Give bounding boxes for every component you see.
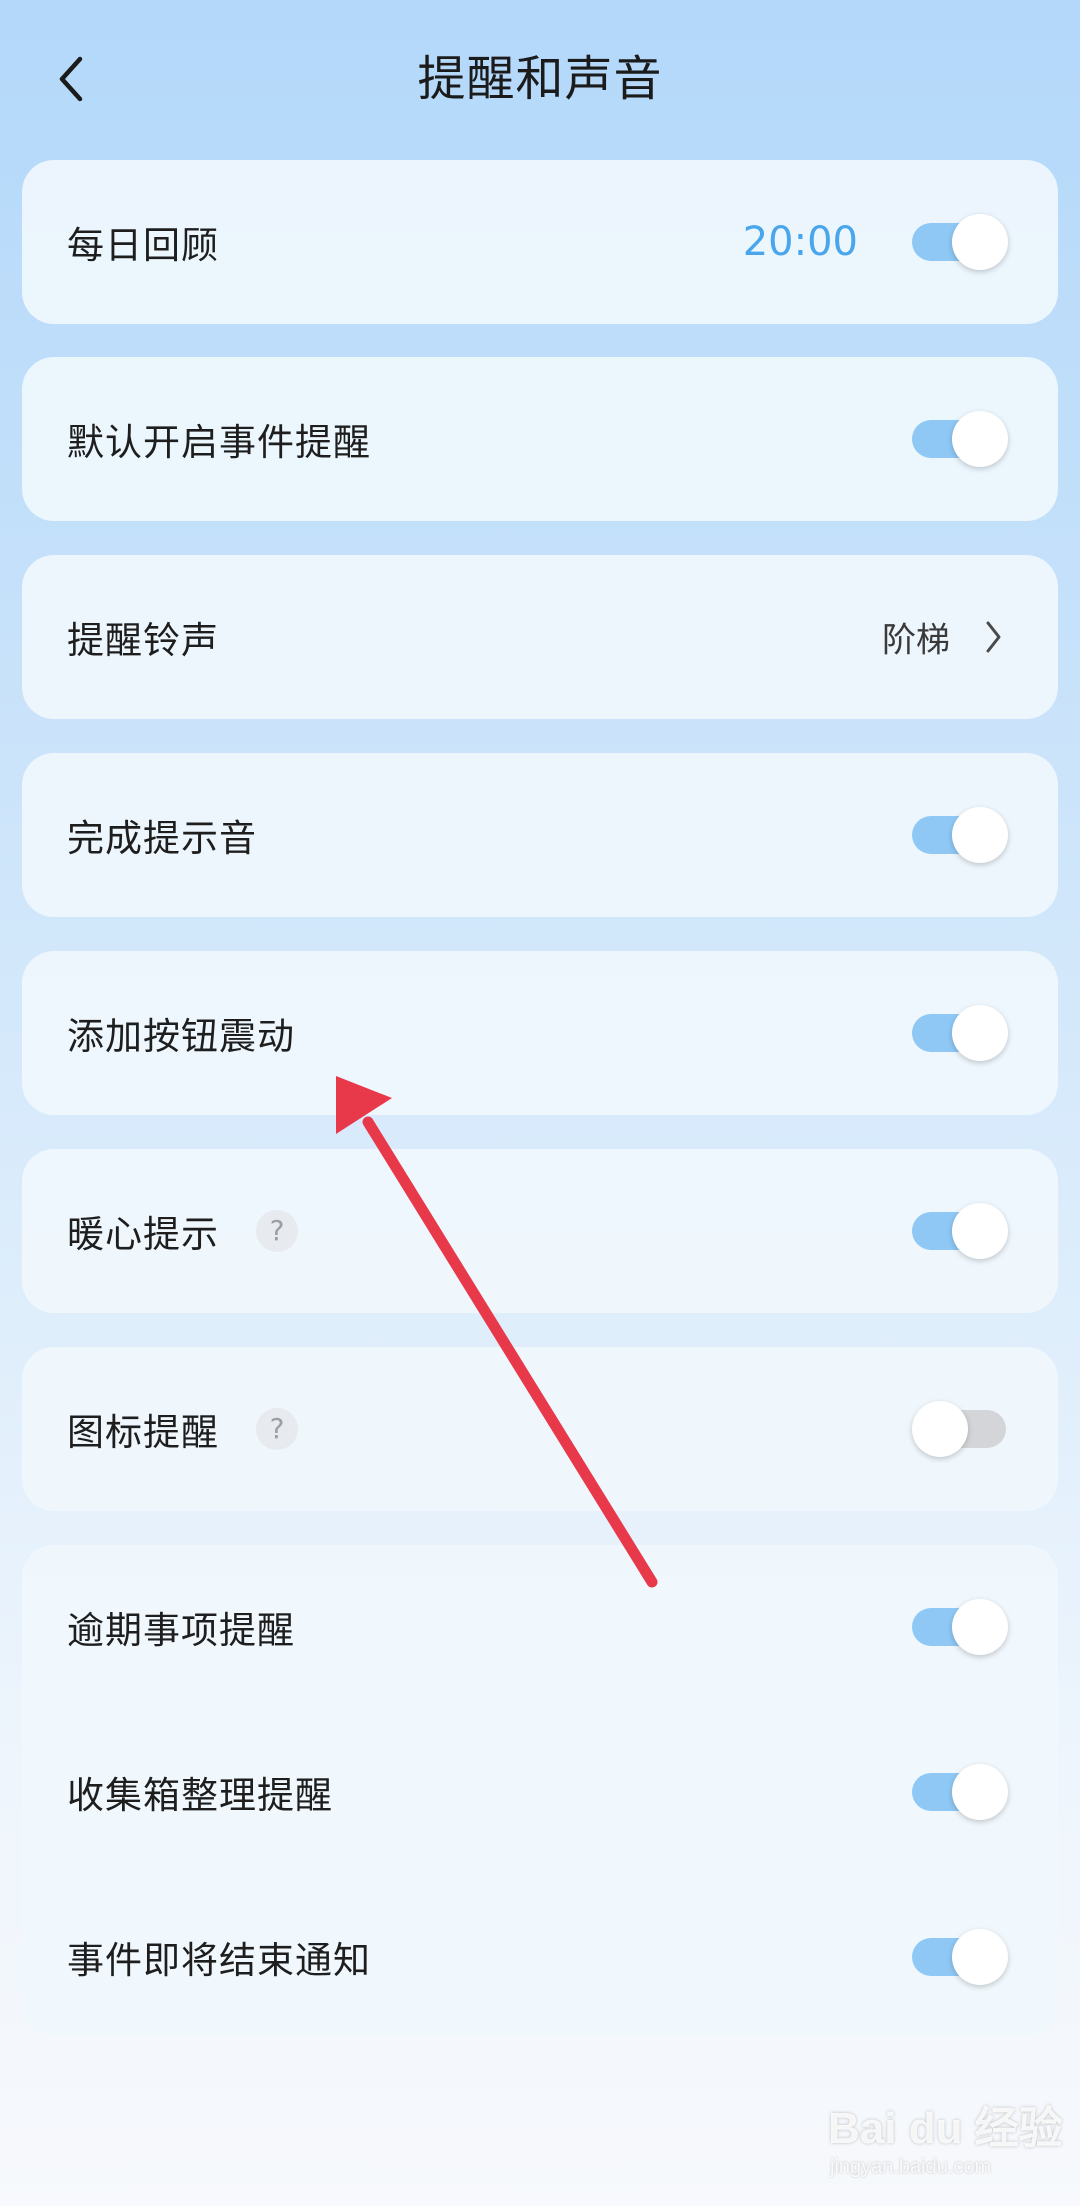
completion-sound-card: 完成提示音 [22, 753, 1058, 917]
daily-review-label: 每日回顾 [67, 224, 219, 267]
completion-sound-row[interactable]: 完成提示音 [22, 753, 1058, 917]
reminder-ringtone-row[interactable]: 提醒铃声 阶梯 [22, 555, 1058, 719]
help-icon[interactable]: ? [256, 1210, 298, 1252]
overdue-reminder-row[interactable]: 逾期事项提醒 [22, 1545, 1058, 1709]
toggle-knob [912, 1401, 968, 1457]
event-ending-notice-label: 事件即将结束通知 [67, 1939, 371, 1982]
daily-review-time[interactable]: 20:00 [743, 219, 858, 265]
toggle-knob [952, 214, 1008, 270]
watermark-url: jingyan.baidu.com [830, 2156, 992, 2178]
header-bar: 提醒和声音 [0, 0, 1080, 160]
daily-review-card: 每日回顾 20:00 [22, 160, 1058, 324]
icon-reminder-card: 图标提醒 ? [22, 1347, 1058, 1511]
toggle-knob [952, 1203, 1008, 1259]
reminder-ringtone-value: 阶梯 [882, 620, 950, 661]
warm-tips-row[interactable]: 暖心提示 ? [22, 1149, 1058, 1313]
default-event-reminder-toggle[interactable] [912, 409, 1008, 469]
page-title: 提醒和声音 [417, 51, 663, 107]
icon-reminder-label: 图标提醒 [67, 1411, 219, 1454]
warm-tips-card: 暖心提示 ? [22, 1149, 1058, 1313]
daily-review-toggle[interactable] [912, 212, 1008, 272]
help-icon[interactable]: ? [256, 1408, 298, 1450]
toggle-knob [952, 1929, 1008, 1985]
toggle-knob [952, 411, 1008, 467]
completion-sound-toggle[interactable] [912, 805, 1008, 865]
toggle-knob [952, 1599, 1008, 1655]
reminder-ringtone-label: 提醒铃声 [67, 619, 219, 662]
toggle-knob [952, 1764, 1008, 1820]
reminder-ringtone-card: 提醒铃声 阶梯 [22, 555, 1058, 719]
warm-tips-label: 暖心提示 [67, 1213, 219, 1256]
event-ending-notice-toggle[interactable] [912, 1927, 1008, 1987]
add-button-vibration-toggle[interactable] [912, 1003, 1008, 1063]
chevron-right-icon [986, 621, 1001, 653]
watermark-brand: Bai du 经验 [828, 2104, 1063, 2153]
icon-reminder-toggle[interactable] [912, 1399, 1008, 1459]
default-event-reminder-card: 默认开启事件提醒 [22, 357, 1058, 521]
baidu-watermark: Bai du 经验 jingyan.baidu.com [828, 2092, 1063, 2192]
inbox-reminder-label: 收集箱整理提醒 [67, 1774, 333, 1817]
add-button-vibration-label: 添加按钮震动 [67, 1015, 295, 1058]
daily-review-row[interactable]: 每日回顾 20:00 [22, 160, 1058, 324]
toggle-knob [952, 1005, 1008, 1061]
overdue-reminder-toggle[interactable] [912, 1597, 1008, 1657]
icon-reminder-row[interactable]: 图标提醒 ? [22, 1347, 1058, 1511]
completion-sound-label: 完成提示音 [67, 817, 257, 860]
inbox-reminder-toggle[interactable] [912, 1762, 1008, 1822]
add-button-vibration-row[interactable]: 添加按钮震动 [22, 951, 1058, 1115]
notification-group-card: 逾期事项提醒 收集箱整理提醒 事件即将结束通知 [22, 1545, 1058, 2035]
add-button-vibration-card: 添加按钮震动 [22, 951, 1058, 1115]
warm-tips-toggle[interactable] [912, 1201, 1008, 1261]
overdue-reminder-label: 逾期事项提醒 [67, 1609, 295, 1652]
default-event-reminder-row[interactable]: 默认开启事件提醒 [22, 357, 1058, 521]
event-ending-notice-row[interactable]: 事件即将结束通知 [22, 1875, 1058, 2039]
inbox-reminder-row[interactable]: 收集箱整理提醒 [22, 1710, 1058, 1874]
toggle-knob [952, 807, 1008, 863]
default-event-reminder-label: 默认开启事件提醒 [67, 421, 371, 464]
